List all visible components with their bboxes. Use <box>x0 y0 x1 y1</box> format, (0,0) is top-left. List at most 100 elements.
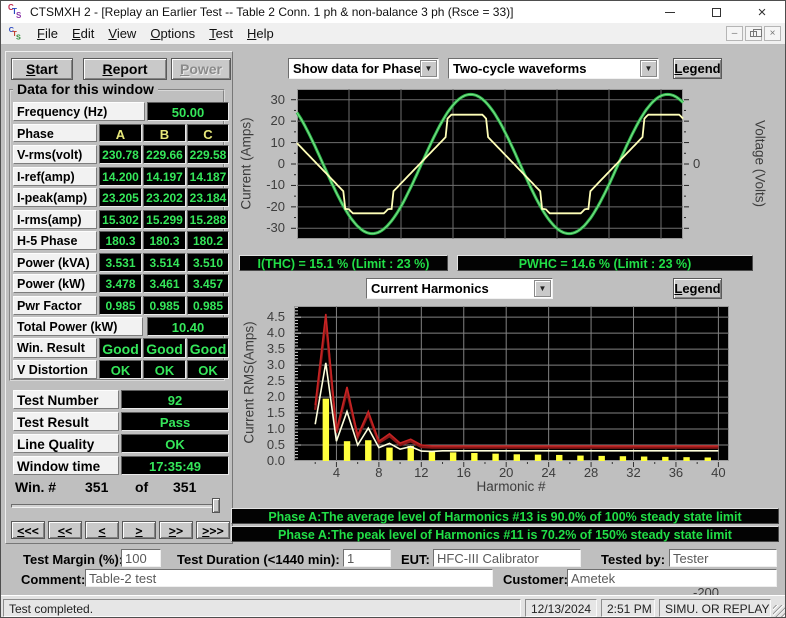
maximize-button[interactable] <box>693 1 739 23</box>
view-select-value: Two-cycle waveforms <box>453 61 586 76</box>
cts-app-icon: CTS <box>8 4 24 20</box>
total-power-value: 10.40 <box>147 317 229 336</box>
test-info-value: 92 <box>121 390 229 409</box>
win-number-label: Win. # <box>15 479 56 495</box>
phase-label: Phase <box>13 124 97 142</box>
eut-label: EUT: <box>401 552 430 567</box>
data-row-label: Power (kVA) <box>13 253 97 272</box>
harmonics-plot <box>287 306 729 468</box>
v-distortion-label: V Distortion <box>13 360 97 379</box>
menu-file[interactable]: File <box>30 26 65 41</box>
resize-grip[interactable] <box>773 605 786 618</box>
nav-button-2[interactable]: < <box>85 521 119 539</box>
test-margin-input[interactable] <box>121 549 161 567</box>
close-button[interactable]: × <box>739 1 785 23</box>
chevron-down-icon[interactable]: ▼ <box>534 280 551 297</box>
win-number-current: 351 <box>85 479 108 495</box>
view-select-combo[interactable]: Two-cycle waveforms ▼ <box>448 58 659 79</box>
minimize-icon: – <box>732 28 738 39</box>
menu-bar: CTS File Edit View Options Test Help – × <box>1 23 785 45</box>
mdi-restore-button[interactable] <box>745 26 762 41</box>
chevron-down-icon[interactable]: ▼ <box>640 60 657 77</box>
restore-icon <box>750 31 757 37</box>
title-bar: CTS CTSMXH 2 - [Replay an Earlier Test -… <box>1 1 785 23</box>
test-duration-input[interactable] <box>343 549 391 567</box>
data-row-value: 229.58 <box>187 145 229 164</box>
window-slider-track[interactable] <box>11 504 219 508</box>
comment-input[interactable] <box>85 569 493 587</box>
tick-label: 0.5 <box>267 437 285 453</box>
win-result-c: Good <box>187 338 229 358</box>
menu-edit[interactable]: Edit <box>65 26 101 41</box>
tick-label: 4.5 <box>267 309 285 325</box>
minimize-button[interactable] <box>647 1 693 23</box>
data-row-value: 15.288 <box>187 210 229 229</box>
nav-button-0[interactable]: <<< <box>11 521 45 539</box>
tick-label: 0 <box>278 156 285 172</box>
tick-label: 4 <box>323 465 349 481</box>
waveform-plot <box>290 89 690 239</box>
data-row-label: V-rms(volt) <box>13 145 97 164</box>
data-row-value: 3.510 <box>187 253 229 272</box>
data-row-value: 180.3 <box>99 231 142 250</box>
customer-input[interactable] <box>567 569 777 587</box>
data-row-value: 180.2 <box>187 231 229 250</box>
tick-label: 8 <box>366 465 392 481</box>
maximize-icon <box>712 8 721 17</box>
menu-options[interactable]: Options <box>143 26 202 41</box>
window-title: CTSMXH 2 - [Replay an Earlier Test -- Ta… <box>30 5 513 19</box>
chevron-down-icon[interactable]: ▼ <box>420 60 437 77</box>
phase-select-combo[interactable]: Show data for Phase A ▼ <box>288 58 439 79</box>
harmonics-x-axis-title: Harmonic # <box>421 479 601 494</box>
close-icon: × <box>770 28 776 39</box>
harmonics-select-combo[interactable]: Current Harmonics ▼ <box>366 278 553 299</box>
menu-view[interactable]: View <box>101 26 143 41</box>
tick-label: 10 <box>271 135 285 151</box>
menu-test[interactable]: Test <box>202 26 240 41</box>
test-info-value: 17:35:49 <box>121 456 229 475</box>
window-slider-thumb[interactable] <box>212 498 220 513</box>
eut-input[interactable] <box>433 549 581 567</box>
frequency-label: Frequency (Hz) <box>13 102 145 121</box>
mdi-minimize-button[interactable]: – <box>726 26 743 41</box>
tick-label: 40 <box>705 465 731 481</box>
tick-label: -20 <box>266 199 285 215</box>
data-row-value: 0.985 <box>143 296 186 315</box>
data-row-value: 14.197 <box>143 167 186 186</box>
start-button[interactable]: Start <box>11 58 73 80</box>
nav-button-3[interactable]: > <box>122 521 156 539</box>
status-mode: SIMU. OR REPLAY <box>659 599 771 617</box>
mdi-close-button[interactable]: × <box>764 26 781 41</box>
nav-button-4[interactable]: >> <box>159 521 193 539</box>
test-info-value: Pass <box>121 412 229 431</box>
tick-label: 0.0 <box>267 453 285 469</box>
status-date: 12/13/2024 <box>525 599 597 617</box>
legend-button[interactable]: Legend <box>673 58 722 79</box>
harmonics-y-axis-title: Current RMS(Amps) <box>242 303 257 463</box>
legend2-button[interactable]: Legend <box>673 278 722 299</box>
tick-label: 3.0 <box>267 357 285 373</box>
nav-button-1[interactable]: << <box>48 521 82 539</box>
tick-label: 2.0 <box>267 389 285 405</box>
data-row-label: Power (kW) <box>13 274 97 293</box>
v-distortion-a: OK <box>99 360 142 379</box>
nav-button-5[interactable]: >>> <box>196 521 230 539</box>
report-button[interactable]: Report <box>83 58 167 80</box>
harmonics-peak-message: Phase A:The peak level of Harmonics #11 … <box>231 526 779 542</box>
tested-by-input[interactable] <box>669 549 777 567</box>
data-row-value: 0.985 <box>187 296 229 315</box>
phase-select-value: Show data for Phase A <box>293 61 433 76</box>
data-row-value: 23.205 <box>99 188 142 207</box>
status-time: 2:51 PM <box>601 599 655 617</box>
test-info-label: Line Quality <box>13 434 119 453</box>
tick-label: 30 <box>271 92 285 108</box>
cts-menu-icon: CTS <box>9 26 23 40</box>
group-title: Data for this window <box>13 81 158 97</box>
test-duration-label: Test Duration (<1440 min): <box>177 552 340 567</box>
win-result-a: Good <box>99 338 142 358</box>
data-row-label: H-5 Phase <box>13 231 97 250</box>
menu-help[interactable]: Help <box>240 26 281 41</box>
test-margin-label: Test Margin (%): <box>23 552 123 567</box>
status-bar: Test completed. 12/13/2024 2:51 PM SIMU.… <box>1 595 786 618</box>
v-distortion-c: OK <box>187 360 229 379</box>
